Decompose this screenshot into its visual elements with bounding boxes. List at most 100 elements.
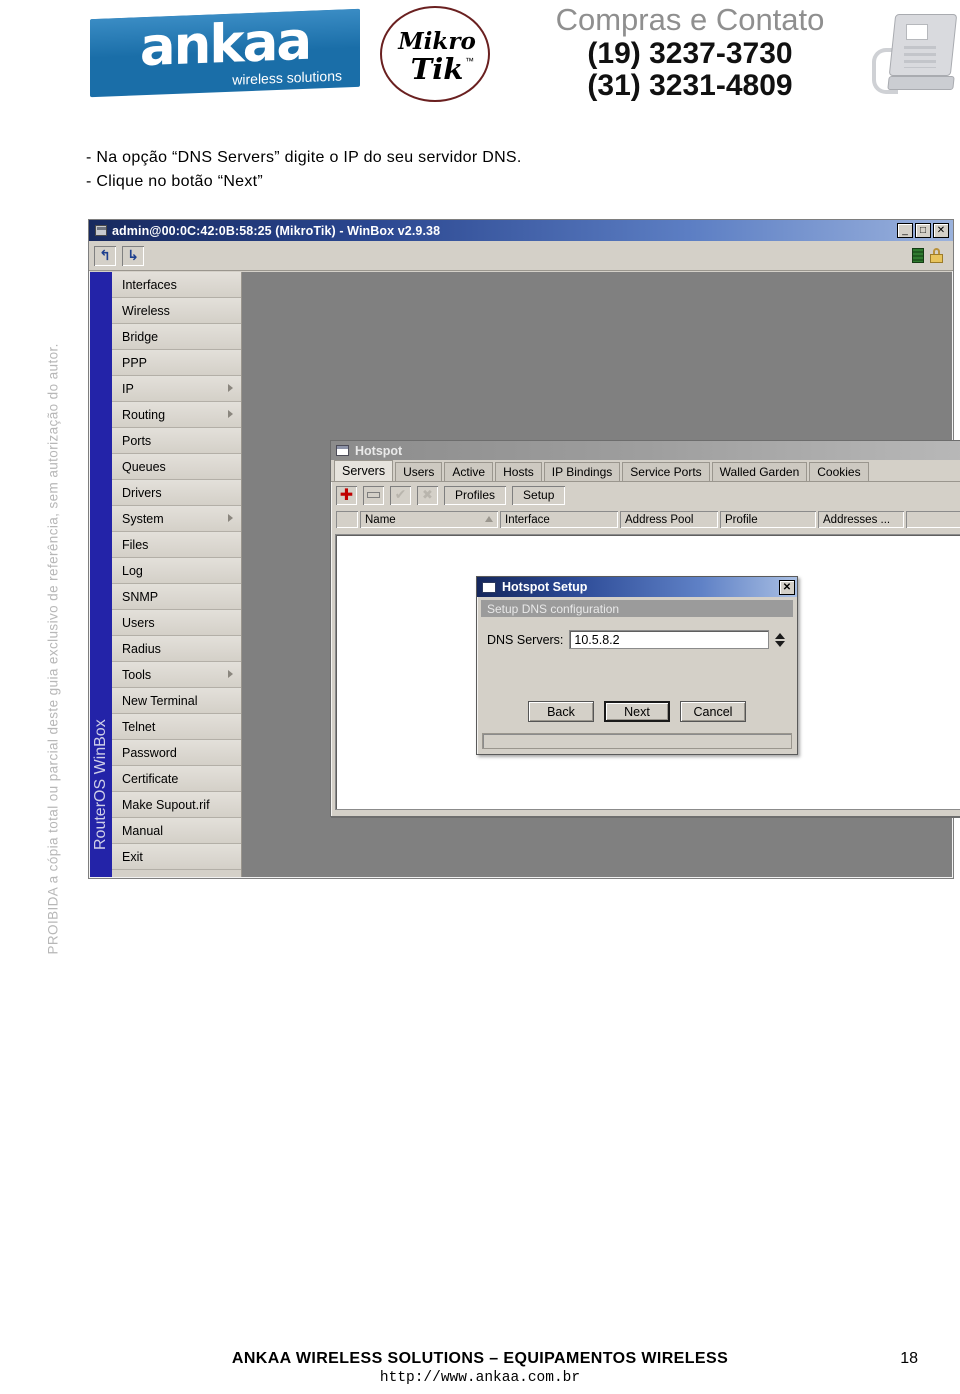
menu-item-telnet[interactable]: Telnet xyxy=(112,714,241,740)
menu-item-wireless[interactable]: Wireless xyxy=(112,298,241,324)
menu-item-label: IP xyxy=(122,381,134,396)
column-header-address-pool[interactable]: Address Pool xyxy=(619,510,719,529)
tab-servers[interactable]: Servers xyxy=(334,460,394,481)
menu-item-label: Telnet xyxy=(122,719,156,734)
tab-hosts[interactable]: Hosts xyxy=(495,462,542,481)
tab-service-ports[interactable]: Service Ports xyxy=(622,462,710,481)
menu-item-snmp[interactable]: SNMP xyxy=(112,584,241,610)
menu-item-label: Users xyxy=(122,615,155,630)
menu-item-system[interactable]: System xyxy=(112,506,241,532)
menu-item-certificate[interactable]: Certificate xyxy=(112,766,241,792)
setup-title-text: Hotspot Setup xyxy=(502,580,588,594)
column-label: Address Pool xyxy=(625,513,694,526)
column-header-interface[interactable]: Interface xyxy=(499,510,619,529)
close-icon[interactable]: ✕ xyxy=(933,223,949,238)
hotspot-title-bar[interactable]: Hotspot ✕ xyxy=(331,441,960,460)
chevron-right-icon xyxy=(228,410,233,418)
minimize-icon[interactable]: _ xyxy=(897,223,913,238)
contact-heading: Compras e Contato xyxy=(555,2,825,37)
column-header-flag[interactable] xyxy=(335,510,359,529)
menu-item-tools[interactable]: Tools xyxy=(112,662,241,688)
menu-item-ip[interactable]: IP xyxy=(112,376,241,402)
footer-company-line: ANKAA WIRELESS SOLUTIONS – EQUIPAMENTOS … xyxy=(231,1350,729,1367)
menu-item-label: Interfaces xyxy=(122,277,177,292)
winbox-window-controls: _ □ ✕ xyxy=(897,223,951,238)
winbox-main-menu: Interfaces Wireless Bridge PPP IP Routin… xyxy=(112,272,242,877)
dns-servers-stepper[interactable] xyxy=(773,632,787,647)
tab-ip-bindings[interactable]: IP Bindings xyxy=(543,462,621,481)
page-header-banner: ankaa wireless solutions Mikro Tik ™ Com… xyxy=(80,0,960,108)
tab-walled-garden[interactable]: Walled Garden xyxy=(711,462,808,481)
winbox-status-icons xyxy=(912,248,949,263)
menu-item-label: Exit xyxy=(122,849,143,864)
column-header-name[interactable]: Name xyxy=(359,510,499,529)
menu-item-make-supout[interactable]: Make Supout.rif xyxy=(112,792,241,818)
menu-item-label: Bridge xyxy=(122,329,159,344)
menu-item-files[interactable]: Files xyxy=(112,532,241,558)
menu-item-radius[interactable]: Radius xyxy=(112,636,241,662)
redo-icon[interactable]: ↳ xyxy=(121,244,145,267)
menu-item-manual[interactable]: Manual xyxy=(112,818,241,844)
chevron-up-icon[interactable] xyxy=(775,632,785,639)
setup-status-bar xyxy=(482,733,792,749)
profiles-button[interactable]: Profiles xyxy=(443,484,508,506)
cancel-button[interactable]: Cancel xyxy=(680,701,746,722)
tab-users[interactable]: Users xyxy=(395,462,443,481)
hotspot-title-text: Hotspot xyxy=(355,443,403,458)
setup-button[interactable]: Setup xyxy=(511,484,567,506)
column-header-addresses[interactable]: Addresses ... xyxy=(817,510,905,529)
hotspot-toolbar: ✚ ✔ ✖ Profiles Setup xyxy=(331,482,960,508)
dns-servers-input[interactable]: 10.5.8.2 xyxy=(569,630,769,649)
menu-item-label: Wireless xyxy=(122,303,170,318)
winbox-toolbar: ↰ ↳ xyxy=(89,241,953,271)
plus-icon: ✚ xyxy=(339,485,354,504)
tab-active[interactable]: Active xyxy=(444,462,494,481)
menu-item-log[interactable]: Log xyxy=(112,558,241,584)
menu-item-bridge[interactable]: Bridge xyxy=(112,324,241,350)
add-button[interactable]: ✚ xyxy=(335,484,358,506)
menu-item-label: Routing xyxy=(122,407,166,422)
chevron-down-icon[interactable] xyxy=(775,640,785,647)
hotspot-tab-bar: Servers Users Active Hosts IP Bindings S… xyxy=(331,460,960,482)
mikrotik-top-text: Mikro xyxy=(398,28,476,55)
enable-button[interactable]: ✔ xyxy=(389,484,412,506)
disable-button[interactable]: ✖ xyxy=(416,484,439,506)
column-header-profile[interactable]: Profile xyxy=(719,510,817,529)
phone-handset-shape xyxy=(887,76,955,90)
hotspot-window-icon xyxy=(336,445,349,456)
tab-cookies[interactable]: Cookies xyxy=(809,462,869,481)
maximize-icon[interactable]: □ xyxy=(915,223,931,238)
remove-button[interactable] xyxy=(362,484,385,506)
telephone-icon xyxy=(870,8,960,100)
setup-title-bar[interactable]: Hotspot Setup ✕ xyxy=(477,577,797,597)
menu-item-routing[interactable]: Routing xyxy=(112,402,241,428)
menu-item-password[interactable]: Password xyxy=(112,740,241,766)
connection-status-icon xyxy=(912,248,924,263)
winbox-title-bar[interactable]: admin@00:0C:42:0B:58:25 (MikroTik) - Win… xyxy=(89,220,953,241)
menu-item-new-terminal[interactable]: New Terminal xyxy=(112,688,241,714)
menu-item-label: Queues xyxy=(122,459,166,474)
setup-button-row: Back Next Cancel xyxy=(477,701,797,722)
undo-icon[interactable]: ↰ xyxy=(93,244,117,267)
dns-servers-label: DNS Servers: xyxy=(487,632,564,647)
menu-item-interfaces[interactable]: Interfaces xyxy=(112,272,241,298)
menu-item-label: SNMP xyxy=(122,589,159,604)
menu-item-exit[interactable]: Exit xyxy=(112,844,241,870)
menu-item-drivers[interactable]: Drivers xyxy=(112,480,241,506)
winbox-body: RouterOS WinBox Interfaces Wireless Brid… xyxy=(90,272,960,877)
menu-item-label: Files xyxy=(122,537,149,552)
minus-icon xyxy=(368,493,379,497)
setup-close-icon[interactable]: ✕ xyxy=(779,579,795,595)
menu-item-label: Tools xyxy=(122,667,152,682)
menu-item-ppp[interactable]: PPP xyxy=(112,350,241,376)
winbox-side-rail: RouterOS WinBox xyxy=(90,272,112,877)
column-header-spacer xyxy=(905,510,960,529)
next-button[interactable]: Next xyxy=(604,701,670,722)
dns-servers-row: DNS Servers: 10.5.8.2 xyxy=(487,630,787,649)
menu-item-label: Password xyxy=(122,745,177,760)
menu-item-ports[interactable]: Ports xyxy=(112,428,241,454)
back-button[interactable]: Back xyxy=(528,701,594,722)
menu-item-queues[interactable]: Queues xyxy=(112,454,241,480)
check-icon: ✔ xyxy=(394,487,407,503)
menu-item-users[interactable]: Users xyxy=(112,610,241,636)
